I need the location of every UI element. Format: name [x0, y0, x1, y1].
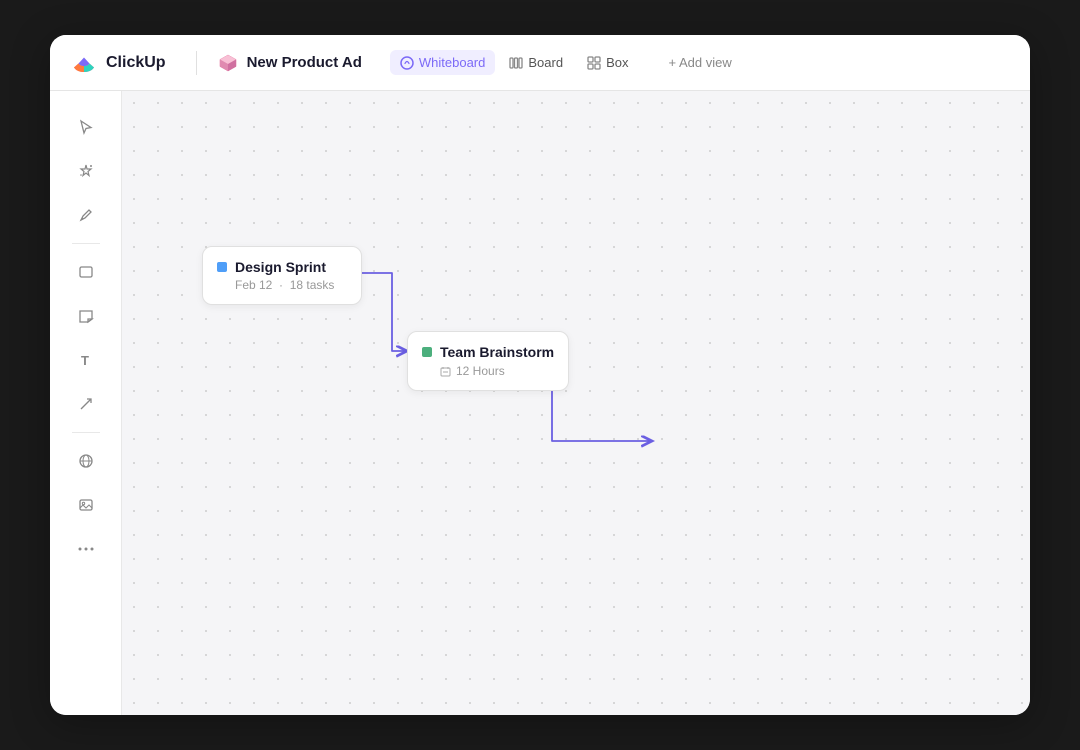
clickup-logo-icon — [70, 49, 98, 77]
nav-box[interactable]: Box — [577, 50, 638, 75]
sticky-tool[interactable] — [66, 296, 106, 336]
card-meta: 12 Hours — [422, 364, 554, 378]
cursor-tool[interactable] — [66, 107, 106, 147]
text-icon: T — [78, 352, 94, 368]
image-icon — [78, 497, 94, 513]
design-sprint-card[interactable]: Design Sprint Feb 12 · 18 tasks — [202, 246, 362, 305]
clock-icon — [440, 366, 451, 377]
tool-sep-1 — [72, 243, 100, 244]
magic-icon — [78, 163, 94, 179]
more-icon — [78, 547, 94, 551]
card-dot — [422, 347, 432, 357]
svg-text:T: T — [81, 353, 89, 368]
magic-tool[interactable] — [66, 151, 106, 191]
header: ClickUp New Product Ad Whiteboard — [50, 35, 1030, 91]
connector-icon — [78, 396, 94, 412]
board-icon — [509, 56, 523, 70]
rectangle-icon — [78, 264, 94, 280]
app-window: ClickUp New Product Ad Whiteboard — [50, 35, 1030, 715]
main-area: T — [50, 91, 1030, 715]
globe-tool[interactable] — [66, 441, 106, 481]
nav-board[interactable]: Board — [499, 50, 573, 75]
card-title: Team Brainstorm — [440, 344, 554, 360]
connector-lines — [122, 91, 1030, 715]
connector-tool[interactable] — [66, 384, 106, 424]
more-tools[interactable] — [66, 529, 106, 569]
rectangle-tool[interactable] — [66, 252, 106, 292]
card-title: Design Sprint — [235, 259, 326, 275]
cursor-icon — [78, 119, 94, 135]
add-view-button[interactable]: + Add view — [658, 50, 741, 75]
nav-views: Whiteboard Board Box — [390, 50, 639, 75]
card-subtitle: Feb 12 · 18 tasks — [217, 278, 347, 292]
project-icon — [217, 52, 239, 74]
pen-tool[interactable] — [66, 195, 106, 235]
whiteboard-canvas[interactable]: Design Sprint Feb 12 · 18 tasks Team Bra… — [122, 91, 1030, 715]
project-title: New Product Ad — [247, 54, 362, 71]
app-name: ClickUp — [106, 54, 166, 72]
card-header: Design Sprint — [217, 259, 347, 275]
tool-sep-2 — [72, 432, 100, 433]
header-divider — [196, 51, 197, 75]
image-tool[interactable] — [66, 485, 106, 525]
whiteboard-icon — [400, 56, 414, 70]
nav-whiteboard[interactable]: Whiteboard — [390, 50, 495, 75]
text-tool[interactable]: T — [66, 340, 106, 380]
sticky-icon — [78, 308, 94, 324]
card-dot — [217, 262, 227, 272]
project-title-area: New Product Ad — [217, 52, 362, 74]
logo-area: ClickUp — [70, 49, 166, 77]
card-header: Team Brainstorm — [422, 344, 554, 360]
pen-icon — [78, 207, 94, 223]
team-brainstorm-card[interactable]: Team Brainstorm 12 Hours — [407, 331, 569, 391]
globe-icon — [78, 453, 94, 469]
box-view-icon — [587, 56, 601, 70]
left-toolbar: T — [50, 91, 122, 715]
